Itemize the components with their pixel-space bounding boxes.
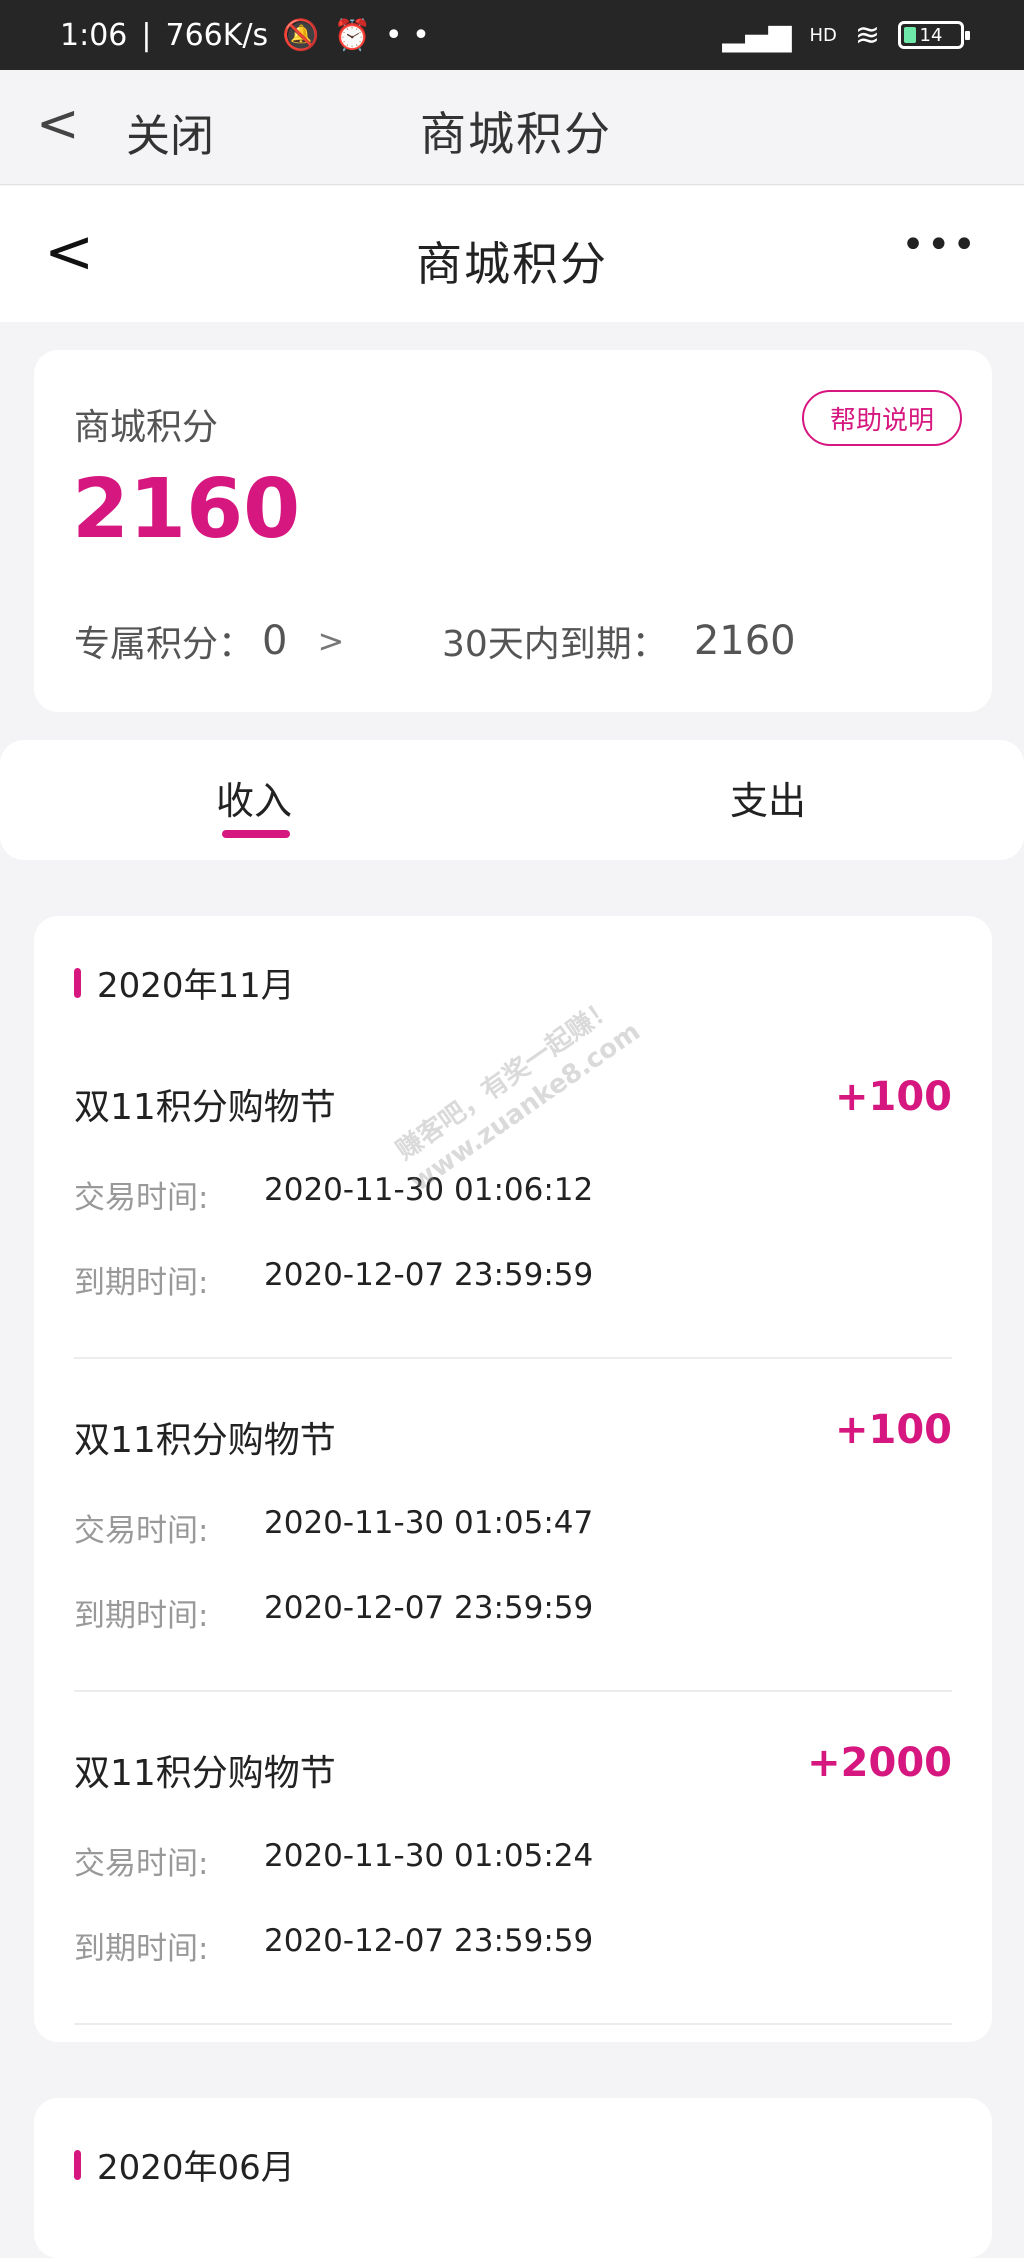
exclusive-points-link[interactable]: 专属积分： 0 > <box>74 615 344 667</box>
active-tab-indicator <box>222 830 290 838</box>
page-header: < 商城积分 ••• <box>0 186 1024 322</box>
list-item: 双11积分购物节 +2000 交易时间: 2020-11-30 01:05:24… <box>74 1692 952 2025</box>
exclusive-points-label: 专属积分： <box>74 624 255 665</box>
expire-time-value: 2020-12-07 23:59:59 <box>264 1590 594 1626</box>
month-section: 2020年06月 <box>34 2098 992 2258</box>
record-amount: +100 <box>834 1407 952 1453</box>
trade-time-label: 交易时间: <box>74 1180 209 1216</box>
webview-nav-bar: < 关闭 商城积分 <box>0 70 1024 185</box>
month-label: 2020年11月 <box>97 966 295 1006</box>
expire-time-label: 到期时间: <box>74 1598 209 1634</box>
expire-time-value: 2020-12-07 23:59:59 <box>264 1257 594 1293</box>
points-summary-card: 商城积分 帮助说明 2160 专属积分： 0 > 30天内到期： 2160 <box>34 350 992 712</box>
trade-time-value: 2020-11-30 01:05:47 <box>264 1505 594 1541</box>
month-marker <box>74 967 81 998</box>
chevron-right-icon: > <box>317 622 345 660</box>
points-label: 商城积分 <box>74 407 219 448</box>
close-button[interactable]: 关闭 <box>126 100 214 164</box>
month-marker <box>74 2149 81 2180</box>
month-header: 2020年11月 <box>74 958 295 1007</box>
tab-expense[interactable]: 支出 <box>730 770 806 825</box>
record-name: 双11积分购物节 <box>74 1420 336 1461</box>
record-name: 双11积分购物节 <box>74 1753 336 1794</box>
record-name: 双11积分购物节 <box>74 1087 336 1128</box>
status-bar: 1:06 | 766K/s 🔕 ⏰ • • ▂▄▆ HD ≋ 14 <box>0 0 1024 70</box>
tab-income[interactable]: 收入 <box>216 770 292 825</box>
month-header: 2020年06月 <box>74 2140 295 2189</box>
month-label: 2020年06月 <box>97 2148 295 2188</box>
expiring-points: 30天内到期： 2160 <box>442 615 796 667</box>
tab-bar: 收入 支出 <box>0 740 1024 860</box>
wifi-icon: ≋ <box>854 17 880 53</box>
notification-dots-icon: • • <box>384 17 430 53</box>
mute-bell-icon: 🔕 <box>282 17 320 53</box>
list-item: 双11积分购物节 +100 交易时间: 2020-11-30 01:05:47 … <box>74 1359 952 1692</box>
status-divider: | <box>141 17 152 53</box>
record-amount: +2000 <box>807 1740 952 1786</box>
help-button[interactable]: 帮助说明 <box>801 390 962 446</box>
expire-time-label: 到期时间: <box>74 1931 209 1967</box>
record-amount: +100 <box>834 1074 952 1120</box>
trade-time-label: 交易时间: <box>74 1846 209 1882</box>
status-time: 1:06 <box>60 17 128 53</box>
battery-icon: 14 <box>898 21 970 49</box>
page-title: 商城积分 <box>416 237 608 291</box>
expiring-points-value: 2160 <box>693 618 796 664</box>
exclusive-points-value: 0 <box>262 618 288 664</box>
trade-time-value: 2020-11-30 01:05:24 <box>264 1838 594 1874</box>
network-label: HD <box>809 24 837 46</box>
points-total: 2160 <box>72 462 301 557</box>
webview-title: 商城积分 <box>420 107 612 161</box>
more-icon[interactable]: ••• <box>901 222 978 268</box>
status-speed: 766K/s <box>165 17 269 53</box>
expire-time-value: 2020-12-07 23:59:59 <box>264 1923 594 1959</box>
battery-level: 14 <box>919 24 943 46</box>
trade-time-label: 交易时间: <box>74 1513 209 1549</box>
signal-icon: ▂▄▆ <box>722 17 792 53</box>
expire-time-label: 到期时间: <box>74 1265 209 1301</box>
back-chevron-icon[interactable]: < <box>36 98 80 150</box>
alarm-icon: ⏰ <box>333 17 371 53</box>
expiring-points-label: 30天内到期： <box>442 624 668 665</box>
